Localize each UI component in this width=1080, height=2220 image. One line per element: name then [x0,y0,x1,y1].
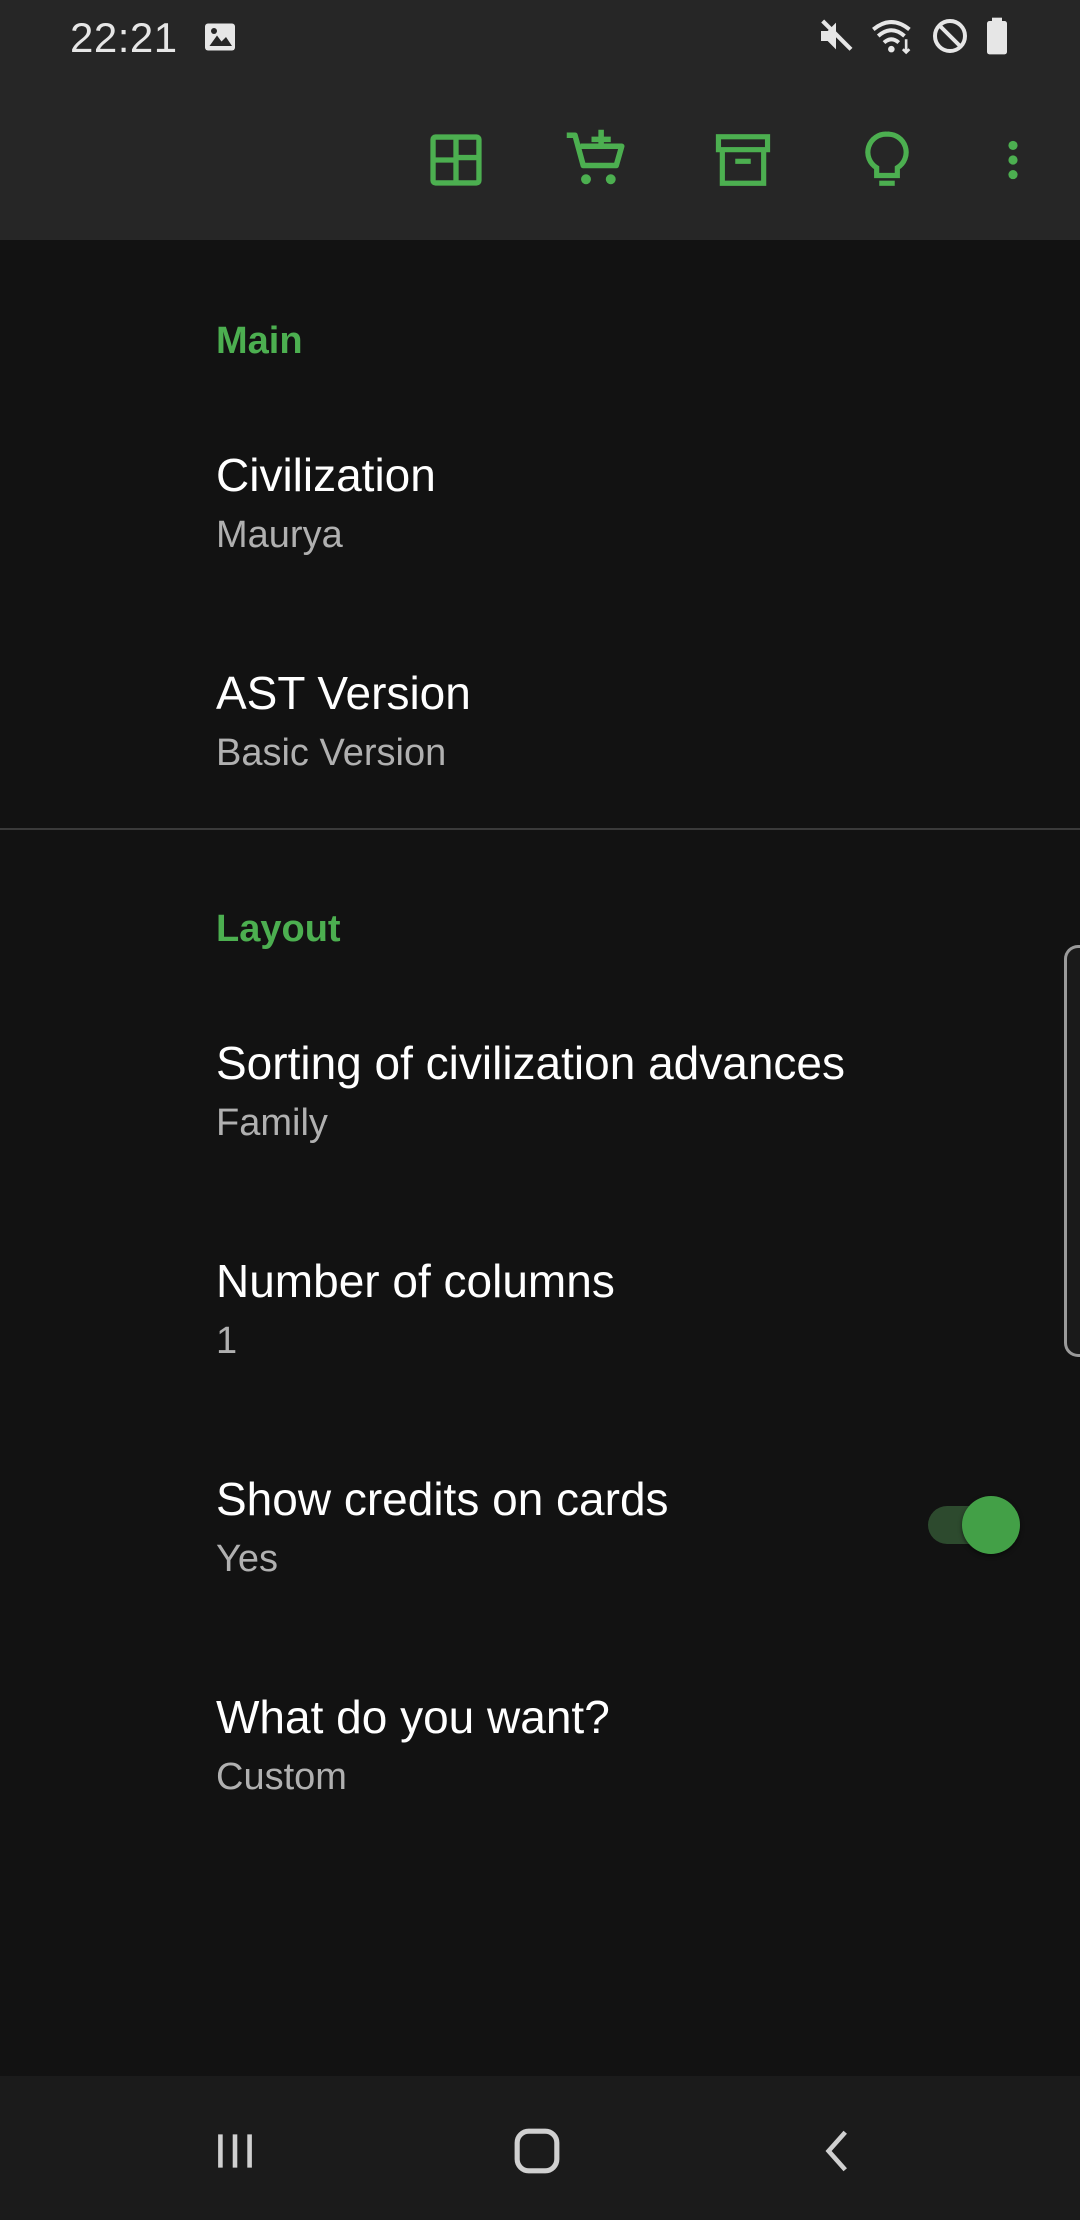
add-to-cart-icon[interactable] [557,120,637,200]
mute-icon [816,16,856,61]
pref-summary: Yes [216,1538,278,1580]
pref-summary: Maurya [216,514,343,556]
blocked-icon [930,16,970,61]
section-header-main: Main [216,320,303,362]
status-bar: 22:21 [0,0,1080,75]
pref-title: Sorting of civilization advances [216,1037,845,1089]
pref-civilization[interactable]: Civilization Maurya [0,410,1080,610]
wifi-icon [870,16,916,61]
scrollbar-handle[interactable] [1064,945,1080,1357]
recents-icon[interactable] [190,2116,280,2186]
pref-title: What do you want? [216,1691,610,1743]
pref-title: Civilization [216,449,436,501]
show-credits-toggle[interactable] [924,1494,1024,1554]
pref-summary: Custom [216,1756,347,1798]
pref-what-do-you-want[interactable]: What do you want? Custom [0,1652,1080,1852]
section-header-layout: Layout [216,908,341,950]
pref-ast-version[interactable]: AST Version Basic Version [0,628,1080,828]
pref-summary: Basic Version [216,732,447,774]
pref-sorting[interactable]: Sorting of civilization advances Family [0,998,1080,1198]
image-icon [202,19,238,60]
toggle-thumb [962,1496,1020,1554]
more-vert-icon[interactable] [973,120,1053,200]
pref-title: Number of columns [216,1255,615,1307]
back-icon[interactable] [794,2116,884,2186]
pref-show-credits[interactable]: Show credits on cards Yes [0,1434,1080,1634]
lightbulb-icon[interactable] [847,120,927,200]
pref-summary: Family [216,1102,328,1144]
status-time: 22:21 [70,14,178,61]
layout-icon[interactable] [416,120,496,200]
section-divider [0,828,1080,830]
pref-summary: 1 [216,1320,238,1362]
home-icon[interactable] [492,2116,582,2186]
pref-title: AST Version [216,667,471,719]
pref-columns[interactable]: Number of columns 1 [0,1216,1080,1416]
archive-icon[interactable] [703,120,783,200]
pref-title: Show credits on cards [216,1473,669,1525]
app-bar [0,75,1080,240]
system-nav-bar [0,2076,1080,2220]
battery-icon [984,16,1010,61]
